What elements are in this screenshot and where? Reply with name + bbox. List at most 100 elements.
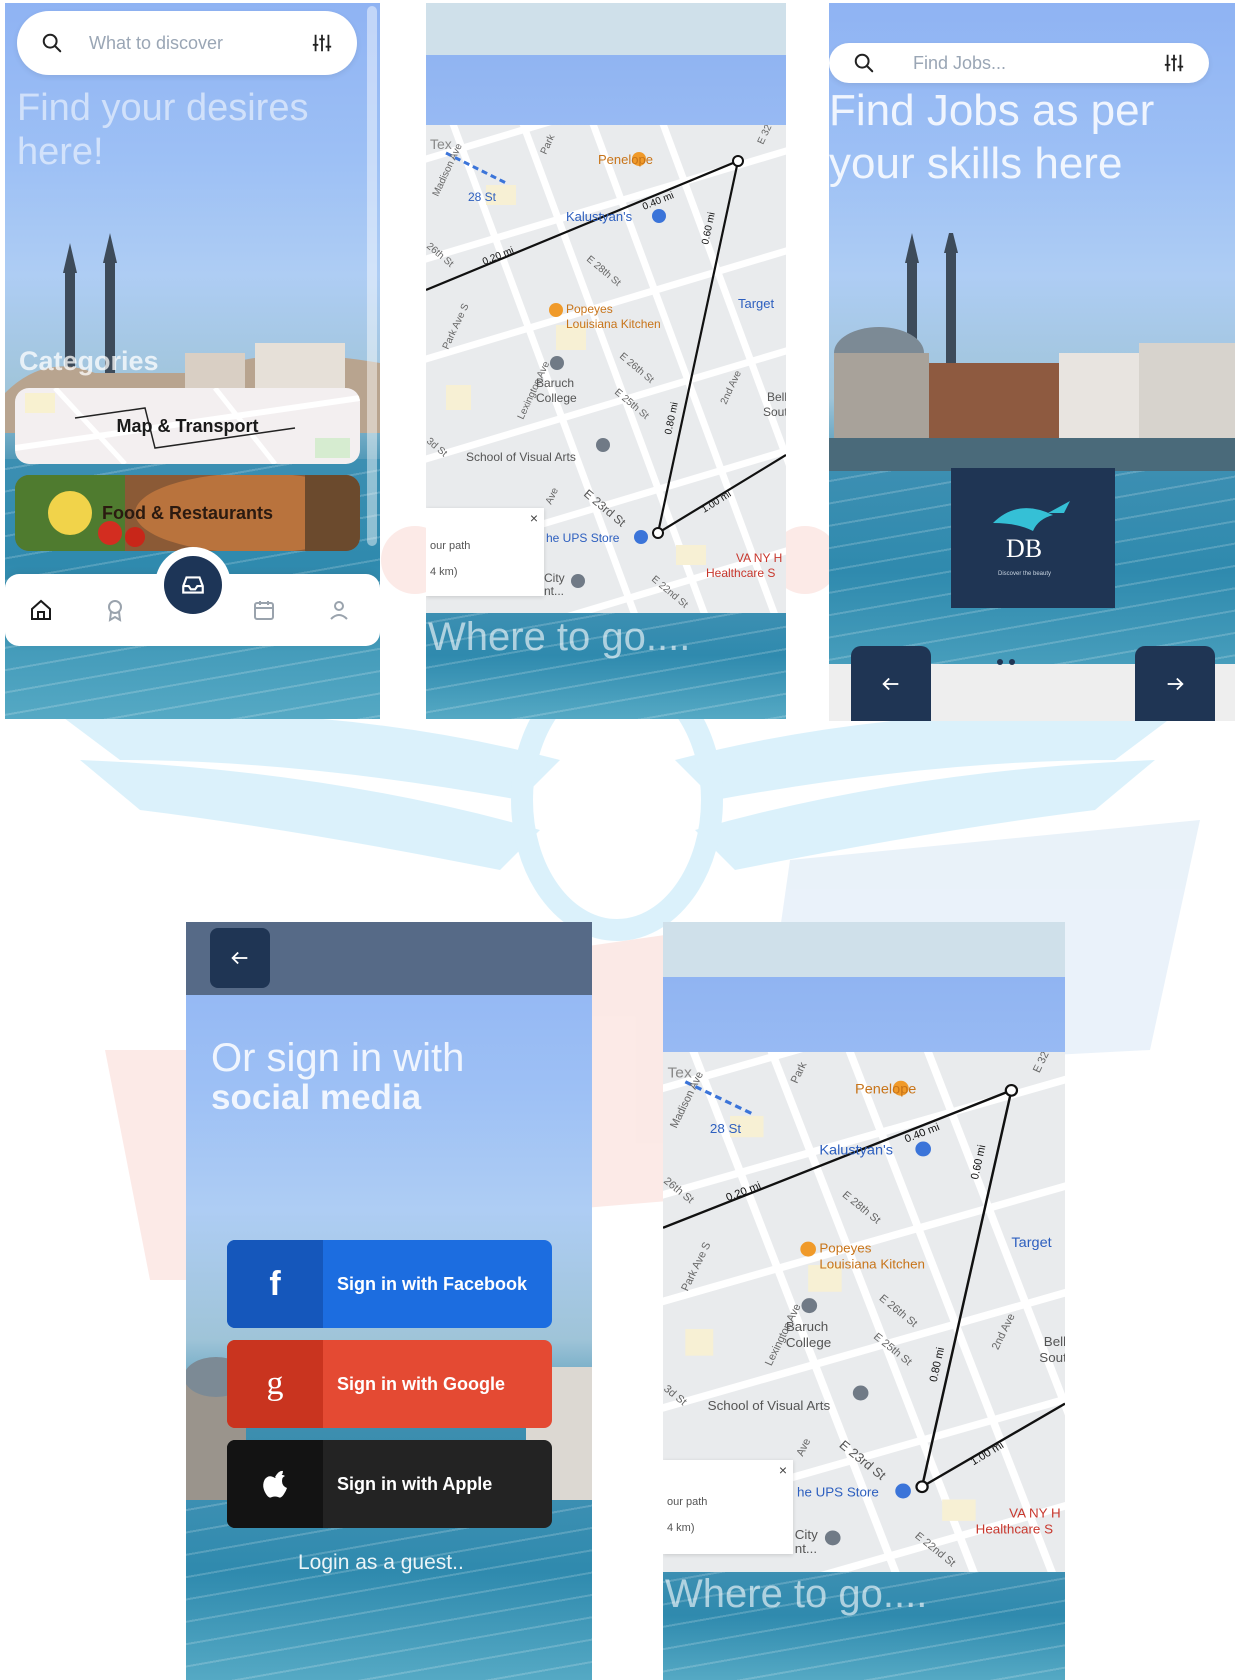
home-icon[interactable] (27, 596, 55, 624)
close-icon[interactable]: × (779, 1462, 787, 1478)
map-label: VA NY H (736, 551, 782, 565)
map-label: Penelope (598, 152, 653, 167)
search-bar[interactable]: What to discover (17, 11, 357, 75)
top-bar (186, 922, 592, 995)
facebook-signin-label: Sign in with Facebook (337, 1273, 528, 1294)
hero-text: Find your desires here! (17, 87, 309, 173)
map-label: Kalustyan's (566, 209, 633, 224)
map-label: E 28th St (584, 254, 623, 289)
map-label: E 32 (756, 125, 775, 146)
map-label: VA NY H (1009, 1506, 1061, 1521)
sliders-icon[interactable] (1161, 50, 1187, 76)
map-label: College (536, 391, 577, 405)
map-label: Tex (430, 136, 452, 152)
path-text: our path (430, 540, 471, 552)
logo-initials: DB (1006, 534, 1042, 563)
map-label: Healthcare S (976, 1522, 1054, 1537)
map-label: Target (1011, 1235, 1051, 1251)
top-bar (663, 922, 1065, 977)
skyline-image (829, 233, 1235, 473)
map-label: Louisiana Kitchen (819, 1257, 925, 1272)
map-label: Louisiana Kitchen (566, 317, 661, 331)
calendar-icon[interactable] (250, 596, 278, 624)
guest-login-link[interactable]: Login as a guest.. (298, 1551, 464, 1575)
where-to-go-text: Where to go.... (665, 1572, 928, 1616)
map-label: nt... (795, 1541, 817, 1556)
map-label: Bell (767, 390, 786, 404)
map-label: Kalustyan's (819, 1143, 893, 1159)
category-card-label: Food & Restaurants (101, 502, 274, 523)
apple-signin-button[interactable]: Sign in with Apple (227, 1440, 552, 1528)
map-label: nt... (544, 584, 564, 598)
map-label: 28 St (710, 1121, 742, 1136)
inbox-icon[interactable] (164, 556, 222, 614)
google-signin-label: Sign in with Google (337, 1373, 505, 1394)
map-label: 28 St (468, 190, 497, 204)
map-label: Ave (544, 486, 561, 506)
path-distance: 4 km) (667, 1522, 695, 1534)
jobs-screen: Find Jobs... Find Jobs as per your skill… (829, 3, 1235, 721)
search-bar[interactable]: Find Jobs... (829, 43, 1209, 83)
map-label: College (786, 1335, 831, 1350)
distance-label: 1.00 mi (700, 489, 734, 516)
award-icon[interactable] (101, 596, 129, 624)
path-panel: × our path 4 km) (663, 1460, 793, 1554)
inbox-button[interactable] (155, 547, 231, 623)
map-label: Healthcare S (706, 566, 775, 580)
categories-title: Categories (19, 346, 159, 376)
distance-label: 0.80 mi (663, 401, 681, 435)
search-input[interactable]: Find Jobs... (913, 53, 1161, 74)
map-label: E 26th St (617, 351, 656, 386)
prev-button[interactable] (851, 646, 931, 721)
top-bar (426, 3, 786, 55)
arrow-left-icon (231, 951, 248, 965)
map-view[interactable]: Penelope Kalustyan's 28 St Tex Popeyes L… (426, 125, 786, 613)
map-view[interactable]: Penelope Kalustyan's 28 St Tex Popeyes L… (663, 1052, 1065, 1572)
map-label: Park (789, 1060, 810, 1085)
where-to-go-text: Where to go.... (428, 615, 691, 659)
path-distance: 4 km) (430, 566, 458, 578)
arrow-left-icon (882, 677, 899, 690)
hero-text: Find Jobs as per your skills here (829, 86, 1155, 188)
map-label: E 26th St (877, 1292, 920, 1329)
back-button[interactable] (210, 928, 270, 988)
map-label: City (795, 1527, 819, 1542)
facebook-signin-button[interactable]: f Sign in with Facebook (227, 1240, 552, 1328)
signin-title-line1: Or sign in with (211, 1036, 465, 1080)
arrow-right-icon (1167, 677, 1184, 690)
map-label: 2nd Ave (990, 1312, 1018, 1352)
distance-label: 0.60 mi (969, 1144, 989, 1181)
google-signin-button[interactable]: g Sign in with Google (227, 1340, 552, 1428)
facebook-icon: f (227, 1240, 323, 1328)
category-card-label: Map & Transport (116, 415, 259, 436)
sliders-icon[interactable] (309, 30, 335, 56)
signin-title-line2: social media (211, 1078, 422, 1117)
category-card-map[interactable]: Map & Transport (15, 388, 360, 464)
search-icon[interactable] (851, 50, 877, 76)
distance-label: 1.00 mi (969, 1439, 1007, 1467)
map-label: E 28th St (840, 1189, 883, 1226)
signin-screen: Or sign in with social media f Sign in w… (186, 922, 592, 1680)
map-label: Sout (1039, 1350, 1065, 1365)
map-label: 2nd Ave (719, 369, 744, 407)
map-label: he UPS Store (546, 531, 620, 545)
map-screen-2: Penelope Kalustyan's 28 St Tex Popeyes L… (663, 922, 1065, 1680)
page-indicator (997, 659, 1015, 665)
map-label: E 32 (1031, 1052, 1052, 1075)
scrollbar[interactable] (367, 6, 377, 546)
distance-label: 0.60 mi (700, 211, 718, 245)
discover-screen: What to discover Find your desires here!… (5, 3, 380, 719)
map-label: Ave (794, 1437, 813, 1458)
path-panel: × our path 4 km) (426, 508, 544, 596)
user-icon[interactable] (325, 596, 353, 624)
search-icon[interactable] (39, 30, 65, 56)
close-icon[interactable]: × (530, 510, 538, 526)
category-card-food[interactable]: Food & Restaurants (15, 475, 360, 551)
google-icon: g (227, 1340, 323, 1428)
next-button[interactable] (1135, 646, 1215, 721)
map-label: School of Visual Arts (708, 1398, 831, 1413)
search-input[interactable]: What to discover (89, 33, 309, 54)
map-label: Popeyes (566, 302, 613, 316)
map-label: Bell (1044, 1334, 1065, 1349)
map-label: Popeyes (819, 1241, 872, 1256)
